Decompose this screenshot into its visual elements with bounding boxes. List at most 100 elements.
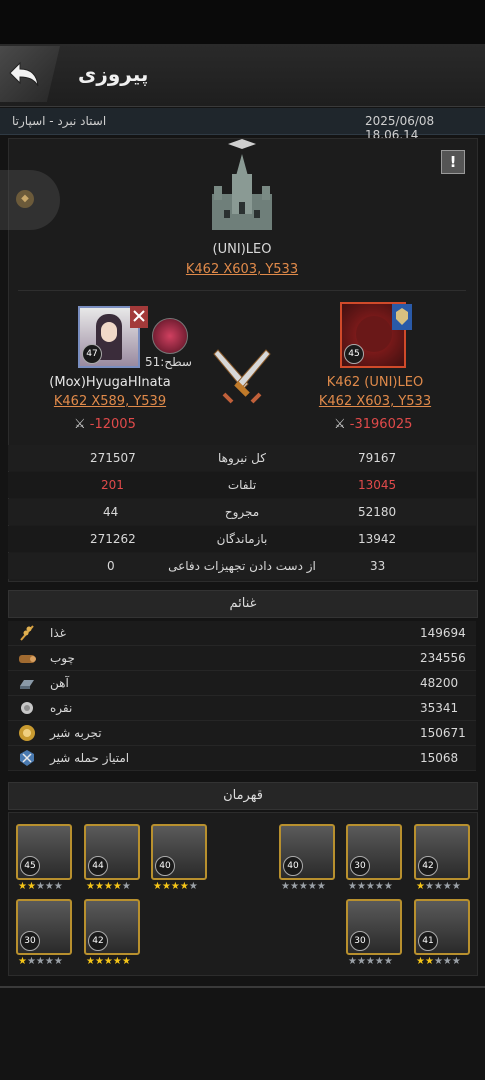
hero-stars: ★★★★★ <box>86 881 131 892</box>
divider <box>18 290 466 291</box>
back-arrow-icon <box>9 61 39 87</box>
page-title: پیروزی <box>78 62 149 86</box>
iron-icon <box>20 680 34 689</box>
panel-ornament <box>228 134 256 149</box>
attacker-coords-link[interactable]: K462 X603, Y533 <box>290 394 460 409</box>
loot-row-food: غذا 149694 <box>8 621 476 646</box>
hero-card[interactable]: 44 <box>84 824 140 880</box>
header-bar <box>0 44 485 107</box>
loot-row-lion-attack: امتیاز حمله شیر 15068 <box>8 746 476 771</box>
heroes-header: قهرمان <box>8 782 478 810</box>
hero-level: 42 <box>418 856 438 876</box>
stat-label: بازماندگان <box>216 532 268 546</box>
lion-attack-icon <box>20 750 34 766</box>
stat-row-defense-loss: 0 از دست دادن تجهیزات دفاعی 33 <box>8 553 476 579</box>
loot-name: غذا <box>50 626 66 640</box>
hero-card[interactable]: 30 <box>346 899 402 955</box>
stat-right-value: 13942 <box>358 532 397 546</box>
hero-level: 40 <box>283 856 303 876</box>
hero-stars: ★★★★★ <box>153 881 198 892</box>
attacker-name-text: K462 (UNI)LEO <box>326 375 424 390</box>
loot-row-lion-xp: تجربه شیر 150671 <box>8 721 476 746</box>
defender-level-badge: 47 <box>82 344 102 364</box>
hero-level: 40 <box>155 856 175 876</box>
bottom-divider <box>0 986 485 988</box>
hero-level: 42 <box>88 931 108 951</box>
stat-row-losses: 201 تلفات 13045 <box>8 472 476 498</box>
defender-alliance-flag-icon <box>130 306 148 328</box>
wheat-icon <box>20 625 34 641</box>
hero-stars: ★★★★★ <box>18 956 63 967</box>
defender-loss-value: -12005 <box>89 417 136 432</box>
loot-header: غنائم <box>8 590 478 618</box>
battle-stats-table: 271507 کل نیروها 79167 201 تلفات 13045 4… <box>8 445 476 580</box>
stat-label: تلفات <box>227 478 257 492</box>
stat-label: از دست دادن تجهیزات دفاعی <box>168 559 316 573</box>
stat-label: کل نیروها <box>218 451 266 465</box>
target-name: (UNI)LEO <box>212 242 272 257</box>
hero-card[interactable]: 45 <box>16 824 72 880</box>
stat-right-value: 13045 <box>358 478 397 492</box>
hero-card[interactable]: 41 <box>414 899 470 955</box>
crossed-swords-icon: ⚔ <box>74 417 86 432</box>
hero-stars: ★★★★★ <box>86 956 131 967</box>
loot-value: 149694 <box>420 626 466 640</box>
wood-icon <box>19 655 36 663</box>
report-subheader: 2025/06/08 18.06.14 استاد نبرد - اسپارتا <box>0 108 485 142</box>
hero-card[interactable]: 40 <box>151 824 207 880</box>
crossed-swords-icon: ⚔ <box>334 417 346 432</box>
hero-stars: ★★★★★ <box>18 881 63 892</box>
hero-card[interactable]: 42 <box>414 824 470 880</box>
stat-label: مجروح <box>224 505 260 519</box>
hero-card[interactable]: 30 <box>346 824 402 880</box>
attacker-alliance-flag-icon <box>392 304 412 330</box>
stat-row-survivors: 271262 بازماندگان 13942 <box>8 526 476 552</box>
stat-right-value: 33 <box>370 559 386 573</box>
hero-stars: ★★★★★ <box>281 881 326 892</box>
hero-stars: ★★★★★ <box>348 956 393 967</box>
hero-stars: ★★★★★ <box>348 881 393 892</box>
hero-level: 30 <box>350 856 370 876</box>
defender-pet-icon <box>152 318 188 354</box>
loot-name: تجربه شیر <box>50 726 102 740</box>
stat-row-wounded: 44 مجروح 52180 <box>8 499 476 525</box>
hero-level: 44 <box>88 856 108 876</box>
stat-right-value: 79167 <box>358 451 397 465</box>
warning-icon[interactable]: ! <box>441 150 465 174</box>
hero-level: 41 <box>418 931 438 951</box>
defender-coords-link[interactable]: K462 X589, Y539 <box>20 394 200 409</box>
loot-name: آهن <box>50 676 69 690</box>
attacker-loss: ⚔ -3196025 <box>334 417 412 432</box>
defender-name: (Mox)HyugaHInata <box>49 375 171 390</box>
stat-right-value: 52180 <box>358 505 397 519</box>
status-bar <box>0 0 485 44</box>
hero-card[interactable]: 30 <box>16 899 72 955</box>
hero-level: 30 <box>20 931 40 951</box>
loot-row-iron: آهن 48200 <box>8 671 476 696</box>
silver-icon <box>21 702 33 714</box>
hero-card[interactable]: 40 <box>279 824 335 880</box>
loot-value: 48200 <box>420 676 459 690</box>
side-drawer-tab[interactable]: ◆ <box>0 170 60 230</box>
hero-level: 30 <box>350 931 370 951</box>
hero-card[interactable]: 42 <box>84 899 140 955</box>
loot-value: 35341 <box>420 701 459 715</box>
hero-stars: ★★★★★ <box>416 956 461 967</box>
target-coords-link[interactable]: K462 X603, Y533 <box>142 262 342 277</box>
coin-icon: ◆ <box>16 190 34 208</box>
stat-row-total: 271507 کل نیروها 79167 <box>8 445 476 471</box>
loot-name: چوب <box>50 651 75 665</box>
attacker-level-badge: 45 <box>344 344 364 364</box>
castle-image <box>204 154 280 234</box>
loot-value: 15068 <box>420 751 459 765</box>
report-location: استاد نبرد - اسپارتا <box>12 114 107 128</box>
attacker-name: K462 (UNI)LEO <box>290 375 460 390</box>
attacker-loss-value: -3196025 <box>349 417 413 432</box>
defender-tier-label: سطح:51 <box>145 355 192 369</box>
heroes-panel <box>8 812 478 976</box>
loot-value: 234556 <box>420 651 466 665</box>
loot-value: 150671 <box>420 726 466 740</box>
loot-row-silver: نقره 35341 <box>8 696 476 721</box>
hero-level: 45 <box>20 856 40 876</box>
loot-name: نقره <box>50 701 73 715</box>
